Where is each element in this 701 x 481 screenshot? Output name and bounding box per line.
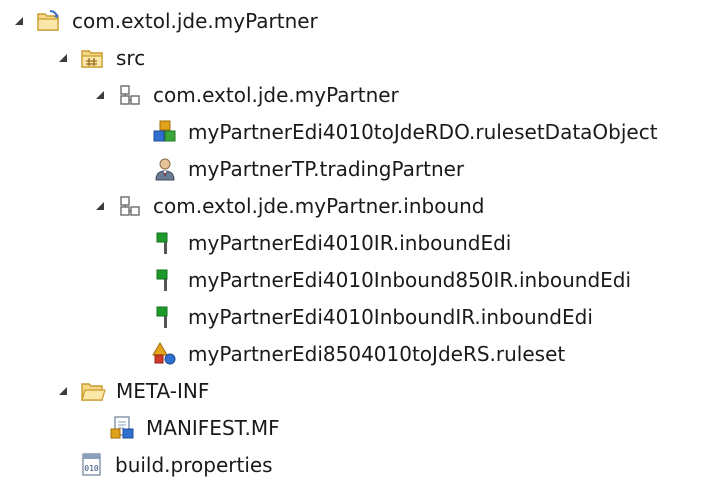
build-properties-label: build.properties [115,453,273,477]
inbound-edi-flag-icon [152,230,178,256]
manifest-icon [110,415,136,441]
project-label: com.extol.jde.myPartner [72,9,318,33]
tp-file-label: myPartnerTP.tradingPartner [188,157,465,181]
tree-node-manifest[interactable]: MANIFEST.MF [110,412,280,444]
project-explorer-tree: com.extol.jde.myPartner src com.extol.jd… [0,0,701,480]
tree-node-tp-file[interactable]: myPartnerTP.tradingPartner [152,153,464,185]
expanded-twisty-icon[interactable] [56,51,70,65]
expanded-twisty-icon[interactable] [12,14,26,28]
tree-node-rdo-file[interactable]: myPartnerEdi4010toJdeRDO.rulesetDataObje… [152,116,658,148]
ruleset-icon [152,341,178,367]
meta-inf-label: META-INF [116,379,210,403]
tree-node-package-inbound[interactable]: com.extol.jde.myPartner.inbound [93,190,485,222]
tree-node-ir-file[interactable]: myPartnerEdi4010IR.inboundEdi [152,227,511,259]
ir-file-label: myPartnerEdi4010IR.inboundEdi [188,231,512,255]
rs-file-label: myPartnerEdi8504010toJdeRS.ruleset [188,342,566,366]
tree-node-ir850-file[interactable]: myPartnerEdi4010Inbound850IR.inboundEdi [152,264,631,296]
package-icon [117,82,143,108]
package-icon [117,193,143,219]
src-label: src [116,46,146,70]
tree-node-package-main[interactable]: com.extol.jde.myPartner [93,79,399,111]
trading-partner-icon [152,156,178,182]
inbound-ir-file-label: myPartnerEdi4010InboundIR.inboundEdi [188,305,593,329]
expanded-twisty-icon[interactable] [93,88,107,102]
svg-text:010: 010 [84,464,99,473]
package-main-label: com.extol.jde.myPartner [153,83,399,107]
tree-node-rs-file[interactable]: myPartnerEdi8504010toJdeRS.ruleset [152,338,565,370]
tree-node-build-properties[interactable]: 010 build.properties [79,449,273,481]
ruleset-data-object-icon [152,119,178,145]
inbound-edi-flag-icon [152,267,178,293]
properties-file-icon: 010 [79,452,105,478]
expanded-twisty-icon[interactable] [93,199,107,213]
ir850-file-label: myPartnerEdi4010Inbound850IR.inboundEdi [188,268,632,292]
rdo-file-label: myPartnerEdi4010toJdeRDO.rulesetDataObje… [188,120,658,144]
expanded-twisty-icon[interactable] [56,384,70,398]
inbound-edi-flag-icon [152,304,178,330]
manifest-label: MANIFEST.MF [146,416,280,440]
tree-node-src[interactable]: src [56,42,145,74]
source-folder-icon [80,45,106,71]
tree-node-meta-inf[interactable]: META-INF [56,375,209,407]
tree-node-inbound-ir-file[interactable]: myPartnerEdi4010InboundIR.inboundEdi [152,301,593,333]
project-folder-icon [36,8,62,34]
tree-node-project[interactable]: com.extol.jde.myPartner [12,5,318,37]
package-inbound-label: com.extol.jde.myPartner.inbound [153,194,485,218]
folder-icon [80,378,106,404]
